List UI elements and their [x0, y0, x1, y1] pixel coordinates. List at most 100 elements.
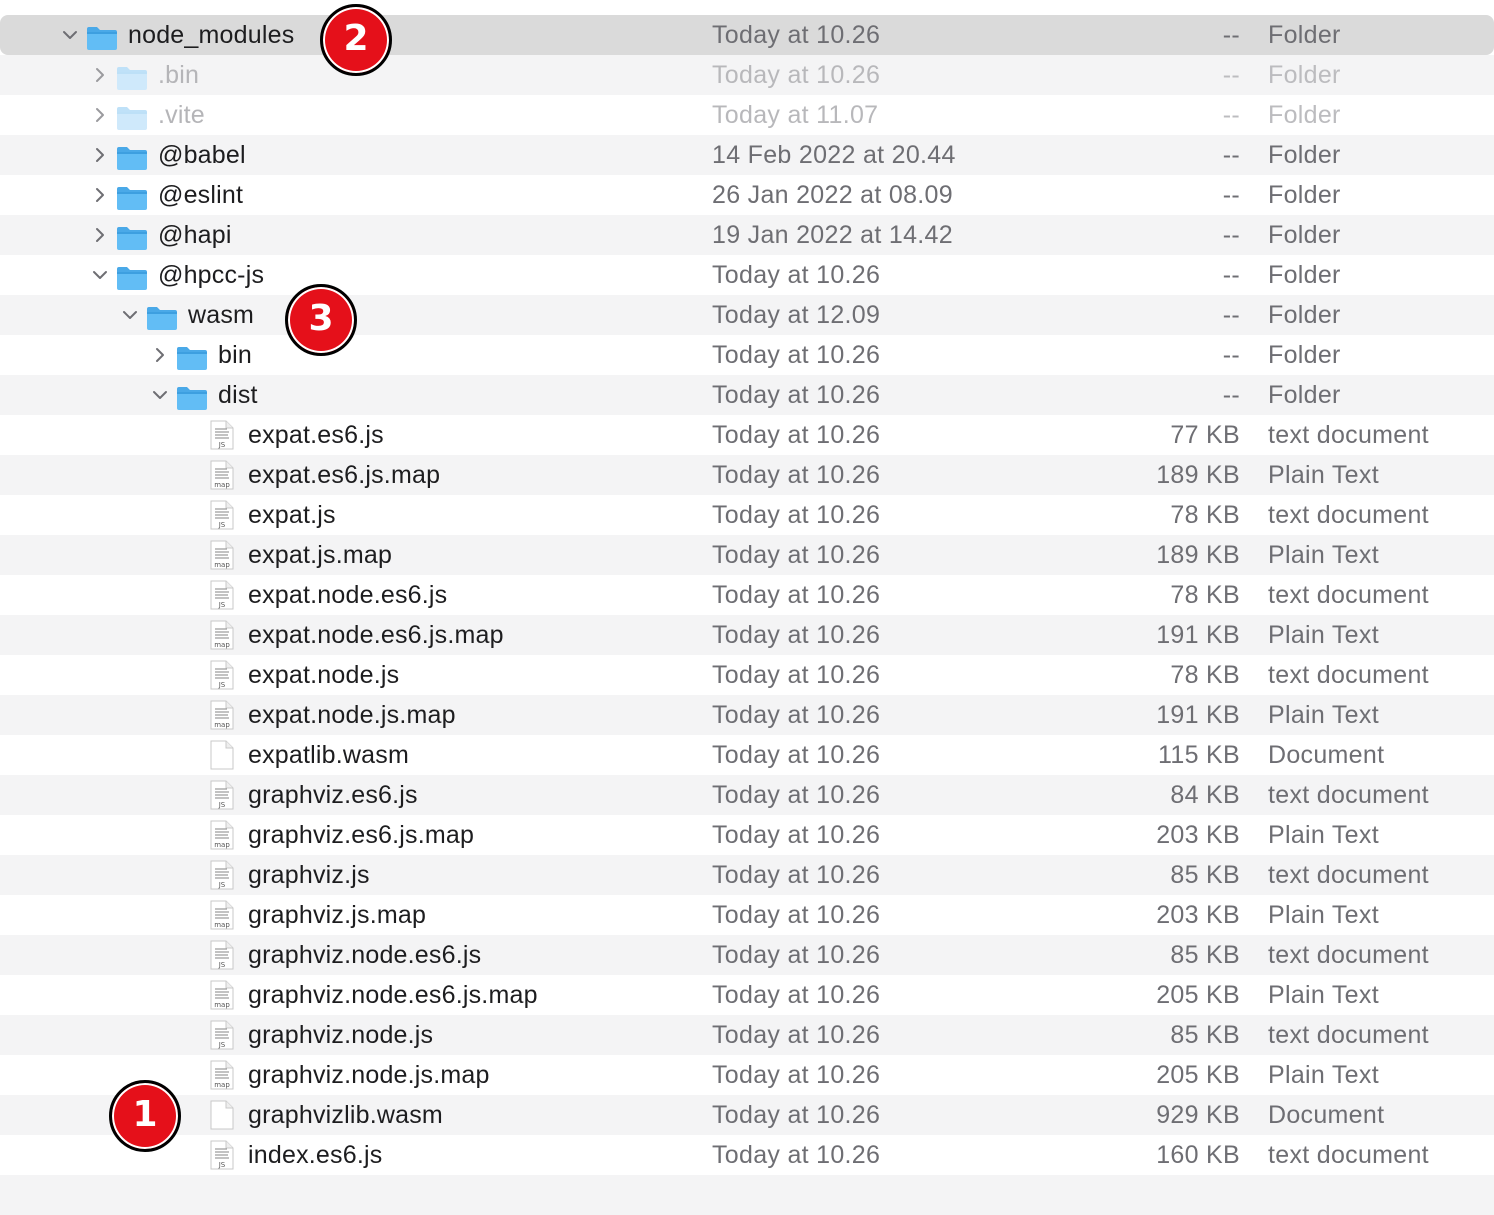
file-name: expat.node.es6.js — [248, 581, 448, 609]
list-row[interactable]: JS expat.node.js Today at 10.26 78 KB text … — [0, 655, 1494, 695]
file-kind: text document — [1268, 501, 1429, 529]
folder-icon — [116, 183, 148, 210]
list-row[interactable]: JS graphviz.node.js Today at 10.26 85 KB te… — [0, 1015, 1494, 1055]
list-row[interactable]: node_modules Today at 10.26 -- Folder — [0, 15, 1494, 55]
svg-text:JS: JS — [218, 1161, 226, 1169]
file-size: 203 KB — [1156, 821, 1240, 849]
map-file-icon: map — [210, 900, 234, 930]
chevron-down-icon[interactable] — [58, 15, 80, 55]
chevron-right-icon[interactable] — [88, 175, 110, 215]
file-name: @eslint — [158, 181, 244, 209]
list-row[interactable]: dist Today at 10.26 -- Folder — [0, 375, 1494, 415]
file-kind: Plain Text — [1268, 981, 1379, 1009]
date-modified: Today at 10.26 — [712, 381, 881, 409]
date-modified: Today at 10.26 — [712, 821, 881, 849]
svg-text:JS: JS — [218, 441, 226, 449]
list-row[interactable]: map expat.js.map Today at 10.26 189 KB Plai… — [0, 535, 1494, 575]
file-size: -- — [1222, 101, 1240, 129]
file-size: -- — [1222, 221, 1240, 249]
svg-text:JS: JS — [218, 801, 226, 809]
chevron-right-icon[interactable] — [88, 55, 110, 95]
file-name: .vite — [158, 101, 205, 129]
list-row[interactable]: map expat.node.es6.js.map Today at 10.26 1… — [0, 615, 1494, 655]
blank-file-icon — [210, 1100, 234, 1130]
list-row[interactable]: map graphviz.js.map Today at 10.26 203 KB P… — [0, 895, 1494, 935]
date-modified: Today at 10.26 — [712, 541, 881, 569]
file-size: 78 KB — [1170, 661, 1240, 689]
file-size: 115 KB — [1158, 741, 1240, 769]
file-kind: text document — [1268, 421, 1429, 449]
file-kind: text document — [1268, 581, 1429, 609]
file-name: graphviz.node.js — [248, 1021, 434, 1049]
date-modified: Today at 10.26 — [712, 1141, 881, 1169]
file-kind: Folder — [1268, 301, 1341, 329]
file-kind: text document — [1268, 781, 1429, 809]
file-size: -- — [1222, 301, 1240, 329]
svg-text:map: map — [214, 561, 230, 569]
list-row[interactable]: map graphviz.es6.js.map Today at 10.26 203… — [0, 815, 1494, 855]
list-row[interactable]: map graphviz.node.js.map Today at 10.26 20… — [0, 1055, 1494, 1095]
list-row[interactable]: JS expat.es6.js Today at 10.26 77 KB text d… — [0, 415, 1494, 455]
map-file-icon: map — [210, 700, 234, 730]
file-size: 77 KB — [1170, 421, 1240, 449]
list-row[interactable]: map expat.es6.js.map Today at 10.26 189 KB… — [0, 455, 1494, 495]
js-file-icon: JS — [210, 1140, 234, 1170]
file-size: 203 KB — [1156, 901, 1240, 929]
file-name: graphviz.js.map — [248, 901, 427, 929]
file-size: -- — [1222, 61, 1240, 89]
list-row[interactable]: bin Today at 10.26 -- Folder — [0, 335, 1494, 375]
file-name: expat.es6.js — [248, 421, 384, 449]
folder-icon — [116, 143, 148, 170]
date-modified: Today at 10.26 — [712, 461, 881, 489]
list-row[interactable]: expatlib.wasm Today at 10.26 115 KB Documen… — [0, 735, 1494, 775]
chevron-down-icon[interactable] — [148, 375, 170, 415]
list-row[interactable]: @hpcc-js Today at 10.26 -- Folder — [0, 255, 1494, 295]
chevron-right-icon[interactable] — [88, 95, 110, 135]
file-size: -- — [1222, 341, 1240, 369]
list-row[interactable]: map graphviz.node.es6.js.map Today at 10.… — [0, 975, 1494, 1015]
list-row[interactable]: JS index.es6.js Today at 10.26 160 KB text … — [0, 1135, 1494, 1175]
js-file-icon: JS — [210, 860, 234, 890]
list-row[interactable]: wasm Today at 12.09 -- Folder — [0, 295, 1494, 335]
folder-icon — [86, 23, 118, 50]
list-row[interactable]: @eslint 26 Jan 2022 at 08.09 -- Folder — [0, 175, 1494, 215]
list-row[interactable]: .vite Today at 11.07 -- Folder — [0, 95, 1494, 135]
folder-icon — [146, 303, 178, 330]
js-file-icon: JS — [210, 1020, 234, 1050]
list-row[interactable]: JS graphviz.node.es6.js Today at 10.26 85 … — [0, 935, 1494, 975]
chevron-right-icon[interactable] — [88, 135, 110, 175]
list-row[interactable]: @hapi 19 Jan 2022 at 14.42 -- Folder — [0, 215, 1494, 255]
file-kind: Folder — [1268, 61, 1341, 89]
list-row[interactable]: graphvizlib.wasm Today at 10.26 929 KB Docu… — [0, 1095, 1494, 1135]
file-name: index.es6.js — [248, 1141, 383, 1169]
file-name: wasm — [188, 301, 255, 329]
svg-text:JS: JS — [218, 521, 226, 529]
list-row[interactable]: .bin Today at 10.26 -- Folder — [0, 55, 1494, 95]
file-name: expat.node.js.map — [248, 701, 456, 729]
folder-icon — [176, 383, 208, 410]
chevron-right-icon[interactable] — [148, 335, 170, 375]
svg-text:map: map — [214, 721, 230, 729]
js-file-icon: JS — [210, 780, 234, 810]
list-row[interactable]: JS graphviz.es6.js Today at 10.26 84 KB tex… — [0, 775, 1494, 815]
list-row[interactable]: JS expat.js Today at 10.26 78 KB text docum… — [0, 495, 1494, 535]
chevron-down-icon[interactable] — [118, 295, 140, 335]
date-modified: Today at 11.07 — [712, 101, 879, 129]
file-name: graphviz.es6.js — [248, 781, 418, 809]
list-row[interactable]: JS graphviz.js Today at 10.26 85 KB text do… — [0, 855, 1494, 895]
file-kind: Plain Text — [1268, 461, 1379, 489]
folder-icon — [176, 343, 208, 370]
folder-icon — [116, 263, 148, 290]
file-name: graphviz.node.es6.js — [248, 941, 482, 969]
date-modified: Today at 10.26 — [712, 981, 881, 1009]
file-size: -- — [1222, 261, 1240, 289]
list-row[interactable]: @babel 14 Feb 2022 at 20.44 -- Folder — [0, 135, 1494, 175]
date-modified: Today at 10.26 — [712, 1021, 881, 1049]
file-kind: Plain Text — [1268, 1061, 1379, 1089]
list-row[interactable]: map expat.node.js.map Today at 10.26 191 K… — [0, 695, 1494, 735]
chevron-right-icon[interactable] — [88, 215, 110, 255]
list-row[interactable]: JS expat.node.es6.js Today at 10.26 78 KB t… — [0, 575, 1494, 615]
chevron-down-icon[interactable] — [88, 255, 110, 295]
file-name: .bin — [158, 61, 200, 89]
js-file-icon: JS — [210, 580, 234, 610]
